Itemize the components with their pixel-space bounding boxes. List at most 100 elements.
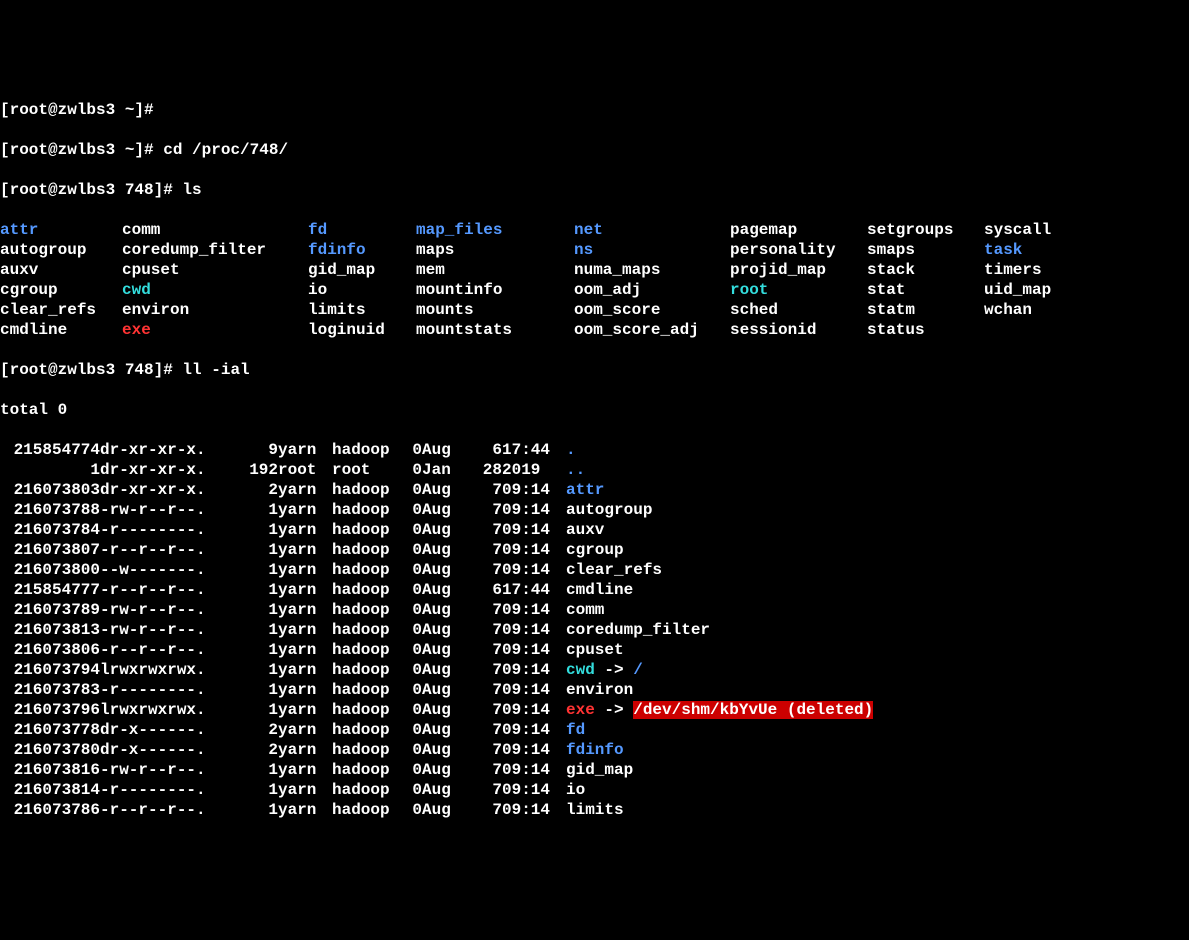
ll-row: 1 dr-xr-xr-x.192 rootroot0 Jan28 2019 .. [0,460,1189,480]
file-mountinfo: mountinfo [416,280,574,300]
file-cwd: cwd [122,280,308,300]
ls-col-7: setgroupssmapsstackstatstatmstatus [867,220,984,340]
file-smaps: smaps [867,240,984,260]
ll-row: 216073814 -r--------.1 yarnhadoop0 Aug7 … [0,780,1189,800]
ls-col-3: fdfdinfogid_mapiolimitsloginuid [308,220,416,340]
ll-row: 216073813 -rw-r--r--.1 yarnhadoop0 Aug7 … [0,620,1189,640]
prompt-line-ll: [root@zwlbs3 748]# ll -ial [0,360,1189,380]
file-personality: personality [730,240,867,260]
file-ns: ns [574,240,730,260]
ll-row: 216073800 --w-------.1 yarnhadoop0 Aug7 … [0,560,1189,580]
file-auxv: auxv [566,520,604,540]
file-io: io [308,280,416,300]
file-coredump_filter: coredump_filter [122,240,308,260]
file-root: root [730,280,867,300]
ll-row: 216073783 -r--------.1 yarnhadoop0 Aug7 … [0,680,1189,700]
file-comm: comm [122,220,308,240]
ll-row: 216073789 -rw-r--r--.1 yarnhadoop0 Aug7 … [0,600,1189,620]
file-loginuid: loginuid [308,320,416,340]
terminal[interactable]: [root@zwlbs3 ~]# [root@zwlbs3 ~]# cd /pr… [0,80,1189,840]
file-io: io [566,780,585,800]
file-mountstats: mountstats [416,320,574,340]
ls-col-8: syscalltasktimersuid_mapwchan [984,220,1051,340]
file-cpuset: cpuset [122,260,308,280]
ll-row: 216073786 -r--r--r--.1 yarnhadoop0 Aug7 … [0,800,1189,820]
file-attr: attr [0,220,122,240]
file-map_files: map_files [416,220,574,240]
ls-output: attrautogroupauxvcgroupclear_refscmdline… [0,220,1189,340]
file-timers: timers [984,260,1051,280]
file-maps: maps [416,240,574,260]
file-..: .. [566,460,585,480]
file-environ: environ [122,300,308,320]
file-wchan: wchan [984,300,1051,320]
file-syscall: syscall [984,220,1051,240]
file-sched: sched [730,300,867,320]
file-oom_score_adj: oom_score_adj [574,320,730,340]
file-fd: fd [308,220,416,240]
ls-col-2: commcoredump_filtercpusetcwdenvironexe [122,220,308,340]
file-fd: fd [566,720,585,740]
file-setgroups: setgroups [867,220,984,240]
file-gid_map: gid_map [566,760,633,780]
link-target: /dev/shm/kbYvUe (deleted) [633,701,873,719]
ll-row: 216073784 -r--------.1 yarnhadoop0 Aug7 … [0,520,1189,540]
file-oom_adj: oom_adj [574,280,730,300]
ll-row: 216073806 -r--r--r--.1 yarnhadoop0 Aug7 … [0,640,1189,660]
prompt-line-cd: [root@zwlbs3 ~]# cd /proc/748/ [0,140,1189,160]
file-cgroup: cgroup [0,280,122,300]
file-autogroup: autogroup [0,240,122,260]
file-task: task [984,240,1051,260]
file-cmdline: cmdline [0,320,122,340]
ll-row: 216073803 dr-xr-xr-x.2 yarnhadoop0 Aug7 … [0,480,1189,500]
file-fdinfo: fdinfo [308,240,416,260]
ls-col-4: map_filesmapsmemmountinfomountsmountstat… [416,220,574,340]
file-coredump_filter: coredump_filter [566,620,710,640]
prompt-line: [root@zwlbs3 ~]# [0,100,1189,120]
file-limits: limits [566,800,624,820]
file-auxv: auxv [0,260,122,280]
file-exe: exe [122,320,308,340]
file-limits: limits [308,300,416,320]
ls-col-1: attrautogroupauxvcgroupclear_refscmdline [0,220,122,340]
link-target: / [633,661,643,679]
file-status: status [867,320,984,340]
file-cpuset: cpuset [566,640,624,660]
file-attr: attr [566,480,604,500]
ll-row: 216073807 -r--r--r--.1 yarnhadoop0 Aug7 … [0,540,1189,560]
file-net: net [574,220,730,240]
file-numa_maps: numa_maps [574,260,730,280]
file-cgroup: cgroup [566,540,624,560]
prompt-line-ls: [root@zwlbs3 748]# ls [0,180,1189,200]
file-.: . [566,440,576,460]
file-fdinfo: fdinfo [566,740,624,760]
ll-output: 215854774 dr-xr-xr-x.9 yarnhadoop0 Aug6 … [0,440,1189,820]
file-environ: environ [566,680,633,700]
ll-row: 216073816 -rw-r--r--.1 yarnhadoop0 Aug7 … [0,760,1189,780]
ll-row: 216073788 -rw-r--r--.1 yarnhadoop0 Aug7 … [0,500,1189,520]
file-clear_refs: clear_refs [566,560,662,580]
file-gid_map: gid_map [308,260,416,280]
file-oom_score: oom_score [574,300,730,320]
file-statm: statm [867,300,984,320]
ll-row: 216073778 dr-x------.2 yarnhadoop0 Aug7 … [0,720,1189,740]
file-exe: exe -> /dev/shm/kbYvUe (deleted) [566,700,873,720]
ls-col-5: netnsnuma_mapsoom_adjoom_scoreoom_score_… [574,220,730,340]
file-cmdline: cmdline [566,580,633,600]
file-mounts: mounts [416,300,574,320]
ls-col-6: pagemappersonalityprojid_maprootschedses… [730,220,867,340]
total-line: total 0 [0,400,1189,420]
file-pagemap: pagemap [730,220,867,240]
file-uid_map: uid_map [984,280,1051,300]
file-stack: stack [867,260,984,280]
ll-row: 216073794 lrwxrwxrwx.1 yarnhadoop0 Aug7 … [0,660,1189,680]
file-stat: stat [867,280,984,300]
file-autogroup: autogroup [566,500,652,520]
file-sessionid: sessionid [730,320,867,340]
ll-row: 216073796 lrwxrwxrwx.1 yarnhadoop0 Aug7 … [0,700,1189,720]
ll-row: 215854777 -r--r--r--.1 yarnhadoop0 Aug6 … [0,580,1189,600]
file-projid_map: projid_map [730,260,867,280]
file-clear_refs: clear_refs [0,300,122,320]
file-cwd: cwd -> / [566,660,643,680]
ll-row: 216073780 dr-x------.2 yarnhadoop0 Aug7 … [0,740,1189,760]
